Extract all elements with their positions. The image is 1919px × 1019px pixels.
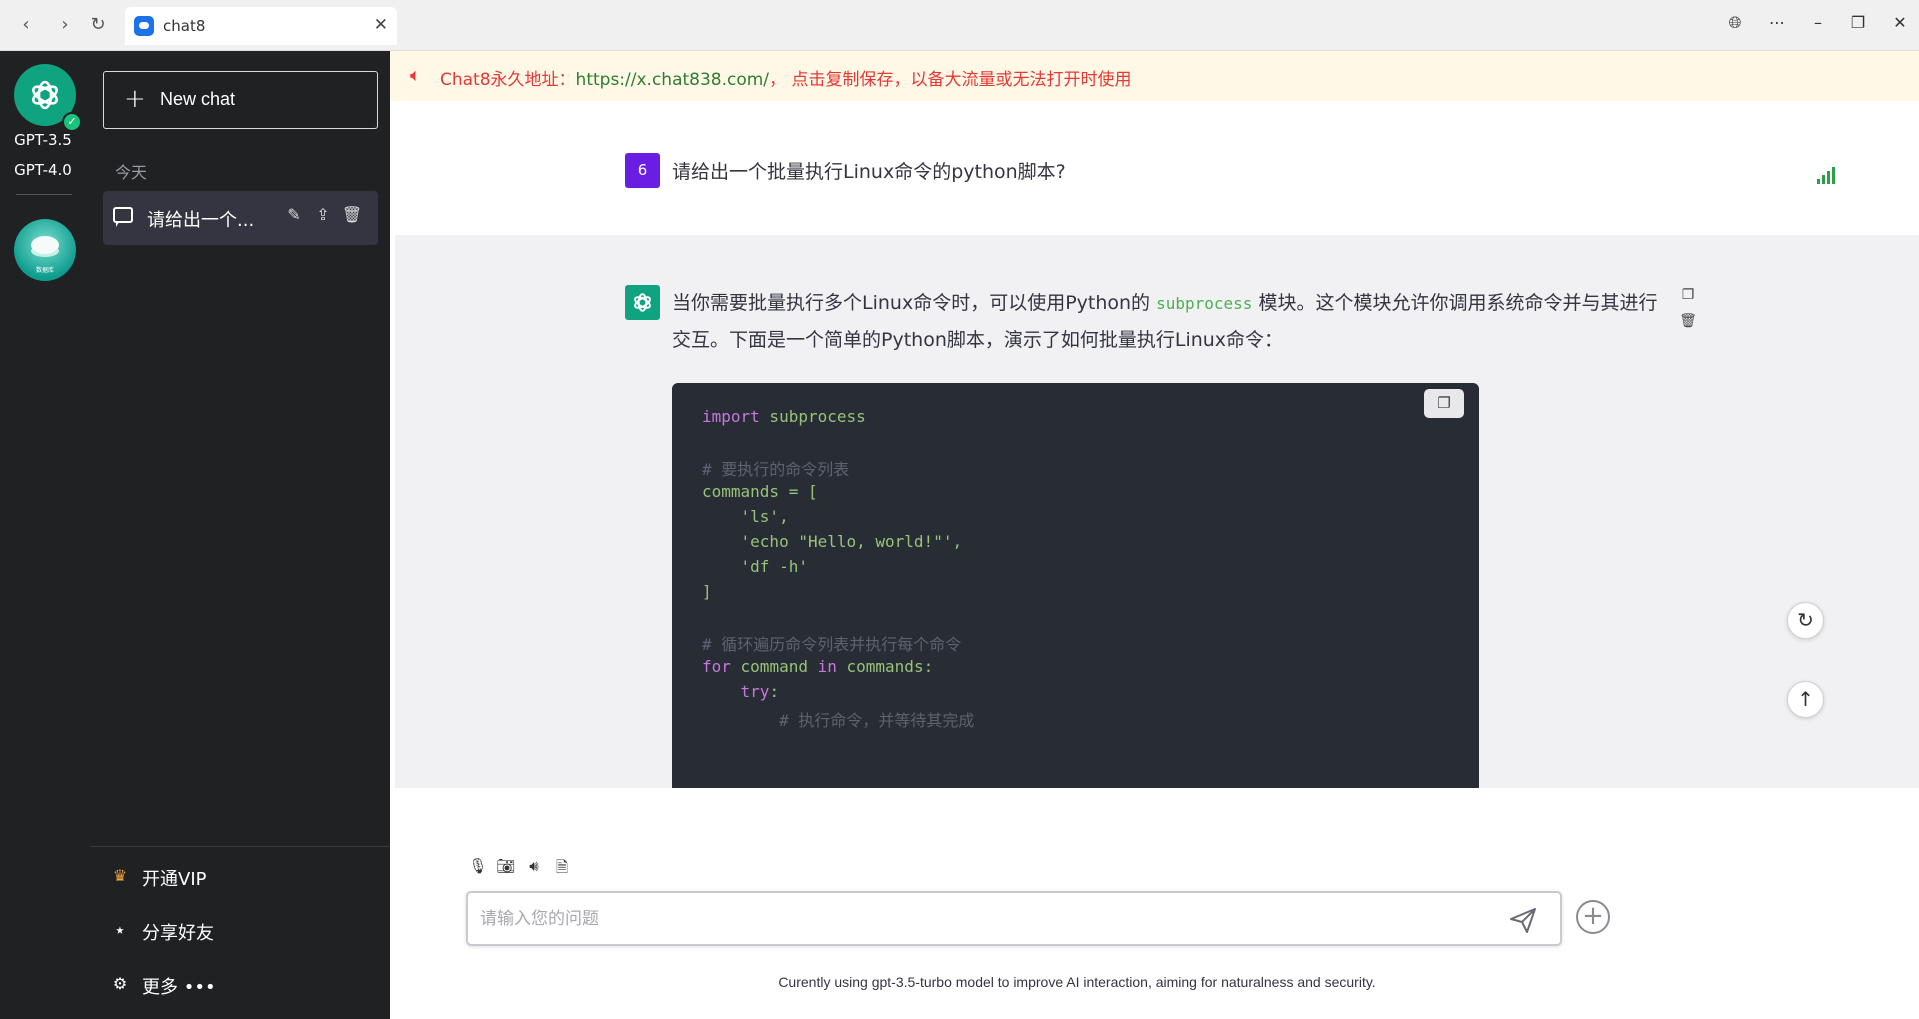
database-logo-icon[interactable]: 数据库 xyxy=(14,219,76,281)
forward-icon[interactable]: › xyxy=(53,13,77,37)
code-line: 'ls', xyxy=(702,507,789,526)
code-line: 'df -h' xyxy=(702,557,808,576)
delete-icon[interactable]: 🗑︎ xyxy=(341,205,363,227)
model-gpt40[interactable]: GPT-4.0 xyxy=(0,161,86,179)
close-tab-icon[interactable]: ✕ xyxy=(374,15,388,35)
selected-check-icon: ✓ xyxy=(62,112,82,132)
edit-icon[interactable]: ✎ xyxy=(283,205,305,227)
assistant-message: 当你需要批量执行多个Linux命令时，可以使用Python的 subproces… xyxy=(395,235,1919,788)
model-rail: ✓ GPT-3.5 GPT-4.0 数据库 xyxy=(0,51,90,1019)
model-info-note: Curently using gpt-3.5-turbo model to im… xyxy=(778,974,1376,990)
tab-title: chat8 xyxy=(163,17,206,35)
assistant-message-text: 当你需要批量执行多个Linux命令时，可以使用Python的 subproces… xyxy=(672,292,1658,351)
sidebar: + New chat 今天 请给出一个... ✎ ⇪ 🗑︎ ♛ 开通VIP ⭑ … xyxy=(90,51,390,1019)
code-comment: # 要执行的命令列表 xyxy=(702,460,850,479)
announcement-banner: 🔈︎ Chat8永久地址：https://x.chat838.com/， 点击复… xyxy=(390,51,1919,101)
conversation-title: 请给出一个... xyxy=(147,210,255,231)
conversation-item[interactable]: 请给出一个... ✎ ⇪ 🗑︎ xyxy=(103,191,378,245)
assistant-avatar xyxy=(625,285,660,320)
gear-icon: ⚙ xyxy=(112,974,128,993)
message-input-box xyxy=(466,891,1562,946)
code-line: try: xyxy=(702,682,780,701)
window-close-icon[interactable]: ✕ xyxy=(1887,13,1913,32)
browser-toolbar: ‹ › ↻ chat8 ✕ 🌐︎ ⋯ – ❐ ✕ xyxy=(0,0,1919,51)
browser-tab[interactable]: chat8 ✕ xyxy=(125,7,397,45)
restore-icon[interactable]: ❐ xyxy=(1845,13,1871,32)
rail-divider xyxy=(16,194,72,195)
user-avatar: 6 xyxy=(625,153,660,188)
speaker-icon: 🔈︎ xyxy=(410,65,421,86)
model-gpt35[interactable]: GPT-3.5 xyxy=(0,131,86,149)
add-attachment-button[interactable]: + xyxy=(1576,900,1610,934)
date-group-label: 今天 xyxy=(115,163,148,182)
code-comment: # 循环遍历命令列表并执行每个命令 xyxy=(702,635,962,654)
code-line: import subprocess xyxy=(702,407,866,426)
speaker-toggle-icon[interactable]: 🔊︎ xyxy=(524,857,544,877)
new-chat-label: New chat xyxy=(160,89,236,109)
regenerate-button[interactable]: ↻ xyxy=(1787,602,1824,639)
inline-code: subprocess xyxy=(1156,294,1253,313)
share-icon[interactable]: ⇪ xyxy=(312,205,334,227)
chat-favicon-icon xyxy=(134,16,154,36)
pdf-icon[interactable]: 🗎 xyxy=(552,857,572,877)
user-message-text: 请给出一个批量执行Linux命令的python脚本? xyxy=(672,161,1066,183)
code-block: ❐ import subprocess # 要执行的命令列表 commands … xyxy=(672,383,1479,788)
scroll-top-button[interactable]: ↑ xyxy=(1787,681,1824,718)
copy-message-icon[interactable]: ❐ xyxy=(1678,287,1698,307)
delete-message-icon[interactable]: 🗑︎ xyxy=(1678,313,1698,333)
reload-icon[interactable]: ↻ xyxy=(86,13,110,37)
crown-icon: ♛ xyxy=(112,866,128,885)
signal-icon xyxy=(1817,166,1837,184)
announcement-link[interactable]: https://x.chat838.com/ xyxy=(576,70,770,90)
back-icon[interactable]: ‹ xyxy=(14,13,38,37)
microphone-icon[interactable]: 🎙︎ xyxy=(468,857,488,877)
user-message: 6 请给出一个批量执行Linux命令的python脚本? xyxy=(390,101,1919,235)
more-options-icon[interactable]: ⋯ xyxy=(1764,13,1790,32)
camera-icon[interactable]: 📷︎ xyxy=(496,857,516,877)
copy-code-button[interactable]: ❐ xyxy=(1424,389,1464,418)
sidebar-footer: ♛ 开通VIP ⭑ 分享好友 ⚙ 更多 ••• xyxy=(90,846,390,1019)
send-icon[interactable] xyxy=(1508,905,1538,935)
code-line: 'echo "Hello, world!"', xyxy=(702,532,963,551)
share-nodes-icon: ⭑ xyxy=(115,920,125,939)
chat-bubble-icon xyxy=(113,207,133,227)
chat-main: 🔈︎ Chat8永久地址：https://x.chat838.com/， 点击复… xyxy=(390,51,1919,1019)
share-friends-label: 分享好友 xyxy=(142,923,214,944)
code-line: ] xyxy=(702,582,712,601)
message-input[interactable] xyxy=(480,905,1480,933)
minimize-icon[interactable]: – xyxy=(1805,13,1831,32)
code-comment: # 执行命令，并等待其完成 xyxy=(702,711,975,730)
more-label: 更多 ••• xyxy=(142,977,216,998)
new-chat-button[interactable]: + New chat xyxy=(103,71,378,129)
plus-icon: + xyxy=(124,84,146,114)
database-badge-text: 数据库 xyxy=(35,267,54,274)
vip-label: 开通VIP xyxy=(142,869,207,890)
globe-icon[interactable]: 🌐︎ xyxy=(1722,13,1748,33)
announcement-text: Chat8永久地址：https://x.chat838.com/， 点击复制保存… xyxy=(440,70,1132,90)
code-line: for command in commands: xyxy=(702,657,934,676)
code-line: commands = [ xyxy=(702,482,818,501)
